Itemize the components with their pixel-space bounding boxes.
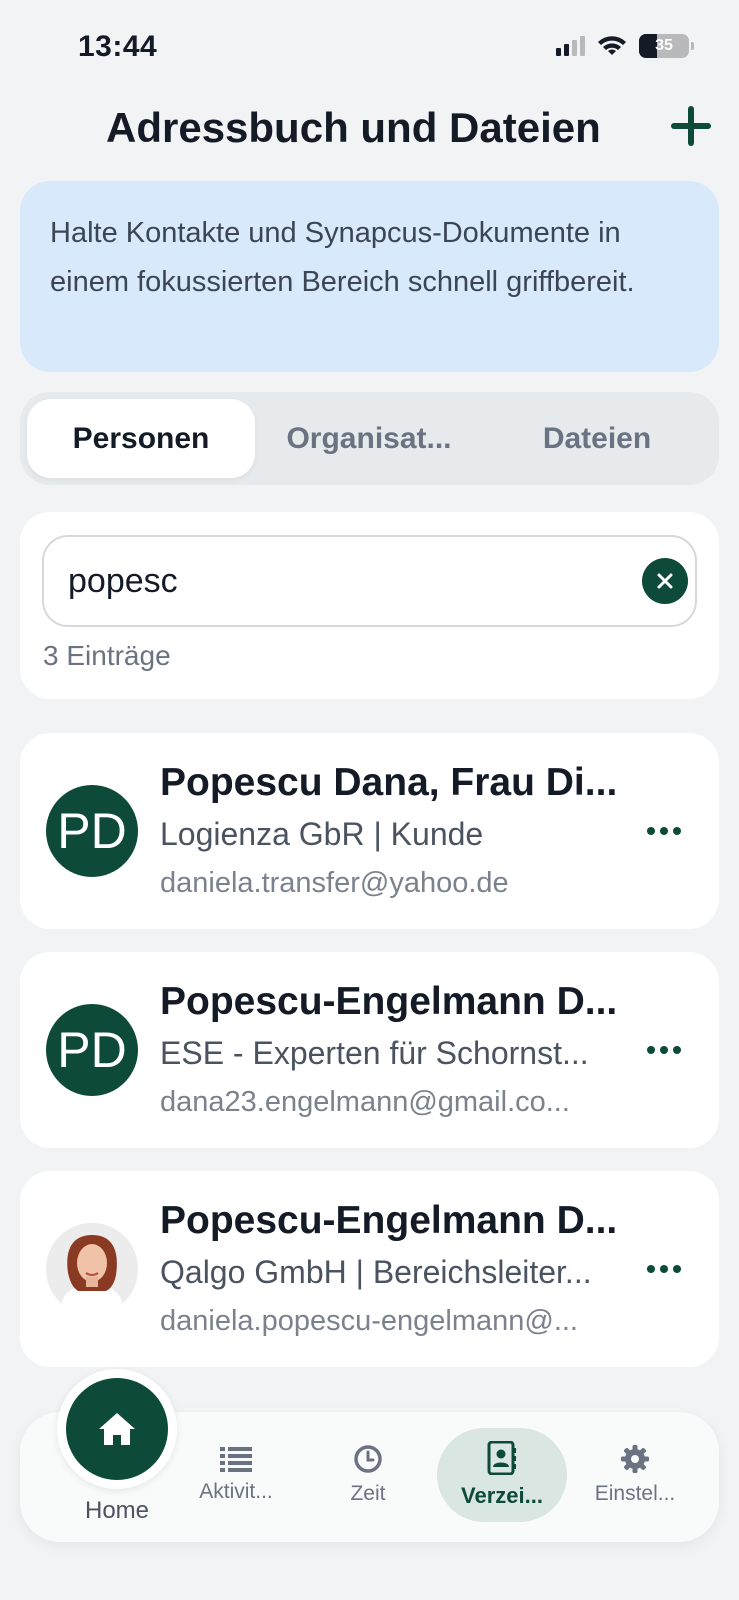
contact-name: Popescu-Engelmann D...: [160, 980, 618, 1023]
person-photo: [46, 1223, 138, 1315]
avatar: PD: [46, 785, 138, 877]
tab-dateien[interactable]: Dateien: [483, 399, 711, 478]
nav-item-verzeichnis[interactable]: Verzei...: [437, 1428, 567, 1522]
info-banner: Halte Kontakte und Synapcus-Dokumente in…: [20, 181, 719, 372]
plus-icon: [671, 106, 711, 146]
more-options-button[interactable]: [642, 1251, 686, 1287]
status-icons: 35: [556, 34, 694, 58]
more-options-button[interactable]: [642, 1032, 686, 1068]
more-dot: [660, 1046, 668, 1054]
more-dot: [660, 827, 668, 835]
cellular-signal-icon: [556, 36, 585, 56]
home-icon: [99, 1413, 135, 1445]
battery-level: 35: [655, 37, 673, 54]
more-dot: [673, 1046, 681, 1054]
contact-organization: Qalgo GmbH | Bereichsleiter...: [160, 1254, 592, 1290]
avatar-photo: [46, 1223, 138, 1315]
search-card: 3 Einträge: [20, 512, 719, 699]
segmented-tabs: Personen Organisat... Dateien: [20, 392, 719, 485]
status-bar: 13:44 35: [0, 0, 739, 100]
more-options-button[interactable]: [642, 813, 686, 849]
tab-personen[interactable]: Personen: [27, 399, 255, 478]
gear-icon: [621, 1445, 649, 1473]
clock-icon: [354, 1445, 382, 1473]
result-count: 3 Einträge: [43, 640, 171, 671]
nav-item-zeit[interactable]: Zeit: [303, 1428, 433, 1522]
nav-label-home: Home: [84, 1497, 150, 1524]
list-icon: [220, 1447, 252, 1472]
contact-card[interactable]: Popescu-Engelmann D... Qalgo GmbH | Bere…: [20, 1171, 719, 1367]
more-dot: [673, 1265, 681, 1273]
contact-email: dana23.engelmann@gmail.co...: [160, 1086, 570, 1118]
avatar: PD: [46, 1004, 138, 1096]
add-button[interactable]: [666, 101, 716, 151]
close-icon: [657, 573, 673, 589]
more-dot: [647, 1265, 655, 1273]
nav-label: Einstel...: [594, 1482, 676, 1505]
nav-label: Aktivit...: [199, 1480, 273, 1503]
more-dot: [647, 827, 655, 835]
battery-icon: 35: [639, 34, 694, 58]
contact-email: daniela.popescu-engelmann@...: [160, 1305, 578, 1337]
nav-label: Verzei...: [461, 1483, 543, 1508]
contact-organization: Logienza GbR | Kunde: [160, 816, 484, 852]
status-time: 13:44: [78, 30, 158, 63]
nav-label: Zeit: [350, 1482, 386, 1505]
tab-organisationen[interactable]: Organisat...: [255, 399, 483, 478]
home-button[interactable]: [66, 1378, 168, 1480]
nav-item-einstellungen[interactable]: Einstel...: [570, 1428, 700, 1522]
nav-item-aktivitaeten[interactable]: Aktivit...: [171, 1428, 301, 1522]
more-dot: [660, 1265, 668, 1273]
contact-name: Popescu-Engelmann D...: [160, 1199, 618, 1242]
more-dot: [647, 1046, 655, 1054]
contact-book-icon: [487, 1441, 516, 1475]
wifi-icon: [598, 36, 626, 55]
contact-card[interactable]: PD Popescu Dana, Frau Di... Logienza GbR…: [20, 733, 719, 929]
contact-email: daniela.transfer@yahoo.de: [160, 867, 509, 899]
contact-organization: ESE - Experten für Schornst...: [160, 1035, 589, 1071]
search-input[interactable]: [68, 537, 608, 625]
more-dot: [673, 827, 681, 835]
clear-search-button[interactable]: [642, 558, 688, 604]
page-title: Adressbuch und Dateien: [106, 104, 601, 151]
search-field: [42, 535, 697, 627]
contact-card[interactable]: PD Popescu-Engelmann D... ESE - Experten…: [20, 952, 719, 1148]
contact-name: Popescu Dana, Frau Di...: [160, 761, 618, 804]
